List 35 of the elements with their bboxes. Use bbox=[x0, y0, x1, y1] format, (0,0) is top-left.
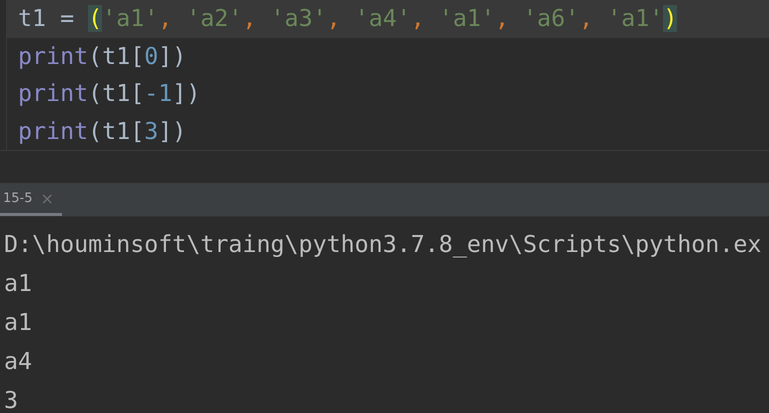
comma: , bbox=[579, 5, 594, 32]
comma: , bbox=[410, 5, 426, 32]
code-text: t1 = bbox=[18, 5, 76, 32]
code-editor[interactable]: t1 = ('a1', 'a2', 'a3', 'a4', 'a1', 'a6', 'a1') print(t1[0]) print(t1[-1]) print(t1[3]) bbox=[6, 0, 769, 150]
number-literal: -1 bbox=[144, 80, 172, 107]
string-literal: 'a3' bbox=[270, 5, 327, 32]
string-literal: 'a1' bbox=[102, 5, 158, 32]
code-text: (t1[ bbox=[88, 80, 144, 107]
code-text: (t1[ bbox=[88, 42, 144, 70]
console-line: 3 bbox=[4, 386, 20, 413]
builtin-name: print bbox=[18, 42, 88, 70]
string-literal: 'a1' bbox=[438, 5, 495, 32]
matched-paren: ( bbox=[88, 5, 102, 32]
builtin-name: print bbox=[18, 80, 88, 107]
comma: , bbox=[242, 5, 258, 32]
string-literal: 'a6' bbox=[523, 5, 580, 32]
console-line: a1 bbox=[4, 269, 34, 299]
console-line: a1 bbox=[4, 308, 34, 338]
number-literal: 0 bbox=[144, 42, 158, 70]
string-literal: 'a2' bbox=[186, 5, 242, 32]
string-literal: 'a1' bbox=[607, 5, 664, 32]
run-tab[interactable]: 15-5 × bbox=[0, 184, 62, 216]
code-text: ]) bbox=[158, 118, 186, 144]
comma: , bbox=[494, 5, 510, 32]
console-line: a4 bbox=[4, 347, 34, 377]
code-text: ]) bbox=[158, 42, 186, 70]
string-literal: 'a4' bbox=[354, 5, 411, 32]
comma: , bbox=[326, 5, 342, 32]
builtin-name: print bbox=[18, 118, 88, 144]
code-text: (t1[ bbox=[88, 118, 144, 144]
code-text: ]) bbox=[172, 80, 200, 107]
console-line: D:\houminsoft\traing\python3.7.8_env\Scripts\python.ex bbox=[4, 230, 762, 260]
number-literal: 3 bbox=[144, 118, 158, 144]
matched-paren: ) bbox=[663, 5, 678, 32]
comma: , bbox=[158, 5, 174, 32]
